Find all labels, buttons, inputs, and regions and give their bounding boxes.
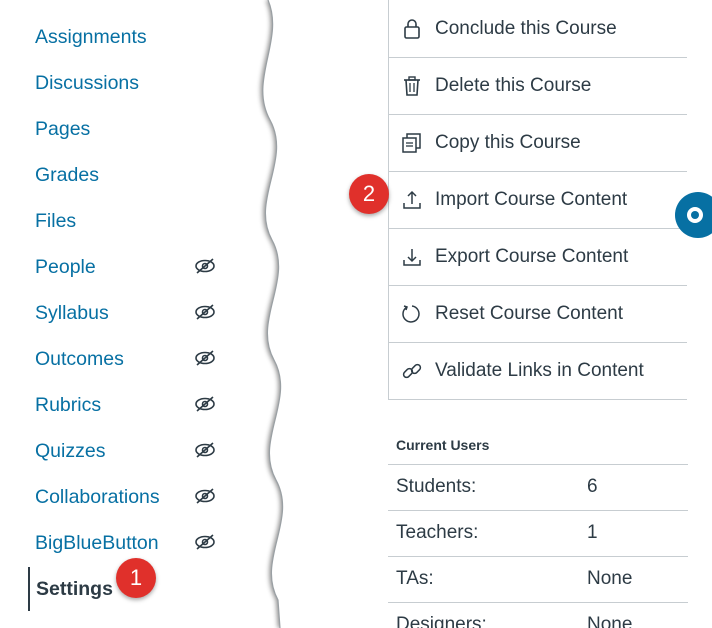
delete-course-button[interactable]: Delete this Course <box>388 58 687 115</box>
nav-outcomes[interactable]: Outcomes <box>35 344 124 374</box>
nav-discussions[interactable]: Discussions <box>35 68 139 98</box>
table-row: Students: 6 <box>388 464 688 510</box>
trash-icon <box>389 76 435 96</box>
nav-people[interactable]: People <box>35 252 96 282</box>
copy-course-button[interactable]: Copy this Course <box>388 115 687 172</box>
course-navigation: Assignments Discussions Pages Grades Fil… <box>0 0 260 628</box>
nav-rubrics[interactable]: Rubrics <box>35 390 101 420</box>
nav-syllabus[interactable]: Syllabus <box>35 298 109 328</box>
link-icon <box>389 360 435 382</box>
course-settings-sidebar: Conclude this Course Delete this Course … <box>388 0 688 628</box>
eye-slash-icon <box>195 396 215 412</box>
floating-help-button[interactable] <box>675 192 712 238</box>
torn-edge-divider <box>262 0 400 628</box>
upload-icon <box>389 190 435 210</box>
reset-course-content-button[interactable]: Reset Course Content <box>388 286 687 343</box>
eye-slash-icon <box>195 304 215 320</box>
nav-quizzes[interactable]: Quizzes <box>35 436 105 466</box>
reset-icon <box>389 303 435 325</box>
table-row: Designers: None <box>388 602 688 628</box>
lock-icon <box>389 18 435 39</box>
nav-collaborations[interactable]: Collaborations <box>35 482 160 512</box>
eye-slash-icon <box>195 534 215 550</box>
nav-settings[interactable]: Settings <box>28 567 113 611</box>
table-row: TAs: None <box>388 556 688 602</box>
nav-assignments[interactable]: Assignments <box>35 22 147 52</box>
import-course-content-button[interactable]: Import Course Content <box>388 172 687 229</box>
eye-slash-icon <box>195 488 215 504</box>
callout-badge-1: 1 <box>116 558 156 598</box>
chat-icon <box>687 207 703 223</box>
eye-slash-icon <box>195 350 215 366</box>
export-course-content-button[interactable]: Export Course Content <box>388 229 687 286</box>
nav-files[interactable]: Files <box>35 206 76 236</box>
download-icon <box>389 247 435 267</box>
nav-pages[interactable]: Pages <box>35 114 90 144</box>
nav-grades[interactable]: Grades <box>35 160 99 190</box>
conclude-course-button[interactable]: Conclude this Course <box>388 0 687 58</box>
callout-badge-2: 2 <box>349 174 389 214</box>
copy-icon <box>389 133 435 153</box>
current-users-heading: Current Users <box>396 437 490 453</box>
nav-bigbluebutton[interactable]: BigBlueButton <box>35 528 159 558</box>
eye-slash-icon <box>195 442 215 458</box>
eye-slash-icon <box>195 258 215 274</box>
table-row: Teachers: 1 <box>388 510 688 556</box>
validate-links-button[interactable]: Validate Links in Content <box>388 343 687 400</box>
